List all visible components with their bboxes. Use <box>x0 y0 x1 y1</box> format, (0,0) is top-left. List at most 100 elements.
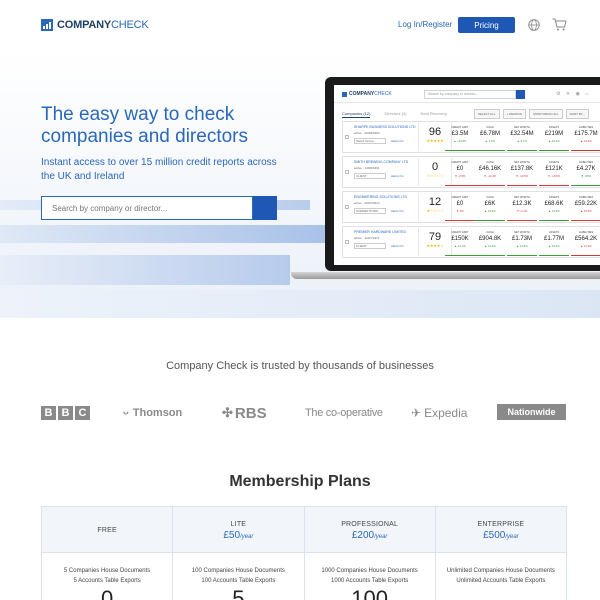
mockup-metric-change: ▲ 5.1% <box>517 139 527 143</box>
plan-column-enterprise[interactable]: ENTERPRISE £500/year Unlimited Companies H… <box>435 507 566 600</box>
pricing-button[interactable]: Pricing <box>458 17 515 33</box>
mockup-metric-change: ▼ -10.5% <box>547 174 561 178</box>
bbc-logo: BBC <box>41 404 92 422</box>
mockup-metric-label: CREDIT LIMIT <box>451 126 469 129</box>
mockup-metric-trend-bar <box>539 220 569 221</box>
mockup-alert-toggle: Alerts On <box>391 174 404 178</box>
mockup-metric: CASH £6.78M ▲ 2.4% <box>475 123 505 151</box>
mockup-metric: NET WORTH £137.8K ▼ -13.5% <box>507 158 537 186</box>
mockup-metric-trend-bar <box>445 150 475 151</box>
globe-icon[interactable] <box>528 19 540 31</box>
mockup-metric-value: £121K <box>545 166 563 172</box>
mockup-metric-label: NET WORTH <box>514 126 530 129</box>
mockup-metric-trend-bar <box>475 150 505 151</box>
mockup-metric-change: ▼ 0% <box>456 209 464 213</box>
mockup-metric-label: ASSETS <box>548 231 560 234</box>
plan-feature-documents: 100 Companies House Documents <box>191 568 285 574</box>
mockup-metric-value: £59.22K <box>574 201 598 207</box>
mockup-action: SORT BY... <box>565 109 589 119</box>
search-button[interactable] <box>253 196 277 220</box>
mockup-group-select: Select Group... <box>354 138 386 144</box>
mockup-tab-debt-recovery: Debt Recovery <box>420 111 447 116</box>
mockup-metric-value: £12.3K <box>512 201 532 207</box>
plan-header: LITE £50/year <box>173 507 304 553</box>
mockup-metric-change: ▲ 44.4% <box>548 139 560 143</box>
mockup-group-select: CLIENT <box>354 243 386 249</box>
plan-features: 100 Companies House Documents 100 Account… <box>173 566 303 586</box>
mockup-action: + REMOVE <box>502 109 527 119</box>
mockup-metric-value: £1.73M <box>511 236 532 242</box>
mockup-metric-value: £150K <box>451 236 469 242</box>
mockup-metric-value: £4.27K <box>576 166 596 172</box>
cart-icon[interactable] <box>552 18 567 31</box>
cooperative-logo: The co-operative <box>305 407 383 419</box>
mockup-metric: ASSETS £121K ▼ -10.5% <box>539 158 569 186</box>
mockup-metric-trend-bar <box>475 255 505 256</box>
mockup-metric-label: LIABILITIES <box>578 126 594 129</box>
mockup-metric: CREDIT LIMIT £0 ▼ -2.5% <box>445 158 475 186</box>
plan-header: PROFESSIONAL £200/year <box>304 507 435 553</box>
decorative-stripe <box>0 290 600 318</box>
plan-feature-exports: 100 Accounts Table Exports <box>201 578 276 584</box>
mockup-checkbox <box>345 240 349 244</box>
mockup-alert-toggle: Alerts On <box>391 139 404 143</box>
mockup-metric-label: CASH <box>486 161 494 164</box>
mockup-metric-trend-bar <box>571 185 600 186</box>
mockup-company-card: ENGINEERING SOLUTIONS LTD active · 03/07/… <box>342 191 600 223</box>
mockup-metric-trend-bar <box>507 150 537 151</box>
mockup-metric-label: CREDIT LIMIT <box>451 231 469 234</box>
mockup-company-name: SHARPE BUSINESS SOLUTIONS LTD <box>354 125 416 129</box>
mockup-metric-change: ▲ 13.5% <box>548 209 560 213</box>
plan-price: £50/year <box>223 530 254 541</box>
plan-allowance-number: 100 <box>351 586 388 600</box>
laptop-screen-content: COMPANY CHECK Search by company or direct… <box>334 85 600 265</box>
mockup-company-meta: active · 03/07/2014 <box>354 201 380 205</box>
rbs-logo: ✣ RBS <box>222 404 267 422</box>
expedia-logo: ✈ Expedia <box>411 406 468 420</box>
mockup-metric-value: £219M <box>544 131 564 137</box>
plan-column-professional[interactable]: PROFESSIONAL £200/year 1000 Companies Hous… <box>304 507 436 600</box>
mockup-metric-change: ▲ 10.5% <box>580 209 592 213</box>
plan-column-lite[interactable]: LITE £50/year 100 Companies House Document… <box>173 507 305 600</box>
plan-column-free[interactable]: FREE 5 Companies House Documents 5 Account… <box>42 507 174 600</box>
laptop-base <box>291 272 600 279</box>
mockup-metric: LIABILITIES £4.27K ▼ -95% <box>571 158 600 186</box>
mockup-metric-change: ▼ -95% <box>580 174 592 178</box>
mockup-metric: ASSETS £68.6K ▲ 13.5% <box>539 193 569 221</box>
mockup-metric-change: ▲ 14.8% <box>516 244 528 248</box>
mockup-tabs: Companies (12) Directors (4) Debt Recove… <box>342 111 447 118</box>
mockup-metric-value: £1.77M <box>543 236 564 242</box>
mockup-group-select: CLIENT <box>354 173 386 179</box>
mockup-metric-value: £904.8K <box>478 236 502 242</box>
mockup-header: COMPANY CHECK Search by company or direct… <box>334 85 600 103</box>
mockup-checkbox <box>345 135 349 139</box>
mockup-action: MONITORING ALL <box>529 109 563 119</box>
mockup-metric-trend-bar <box>507 255 537 256</box>
login-register-link[interactable]: Log In/Register <box>398 20 452 29</box>
mockup-search-button <box>516 90 525 99</box>
site-header: COMPANYCHECK Log In/Register Pricing <box>0 0 600 50</box>
plan-header: FREE <box>42 507 173 553</box>
plan-name: ENTERPRISE <box>477 521 525 528</box>
company-search-input[interactable] <box>41 196 253 220</box>
mockup-metric: NET WORTH £12.3K ▼ -3.1% <box>507 193 537 221</box>
mockup-metric-label: NET WORTH <box>514 161 530 164</box>
plan-allowance-number: 5 <box>232 586 245 600</box>
plan-feature-documents: Unlimited Companies House Documents <box>446 568 555 574</box>
decorative-stripe <box>0 255 290 285</box>
mockup-metric-trend-bar <box>445 255 475 256</box>
mockup-metric-change: ▼ -13.5% <box>515 174 529 178</box>
mockup-metric: CASH £6K ▲ 33.9% <box>475 193 505 221</box>
mockup-metric-label: ASSETS <box>548 161 560 164</box>
company-check-logo[interactable]: COMPANYCHECK <box>41 17 149 33</box>
mockup-metric-value: £564.2K <box>574 236 598 242</box>
mockup-metric-label: NET WORTH <box>514 231 530 234</box>
mockup-metric-change: ▲ 15.2% <box>548 244 560 248</box>
mockup-metric-trend-bar <box>571 255 600 256</box>
mockup-logo: COMPANY CHECK <box>342 91 392 97</box>
mockup-metric-label: CASH <box>486 231 494 234</box>
decorative-stripe <box>0 225 330 243</box>
plan-feature-documents: 1000 Companies House Documents <box>321 568 418 574</box>
mockup-metric-change: ▲ +40.9% <box>453 139 467 143</box>
plan-features: Unlimited Companies House Documents Unlim… <box>436 566 566 586</box>
